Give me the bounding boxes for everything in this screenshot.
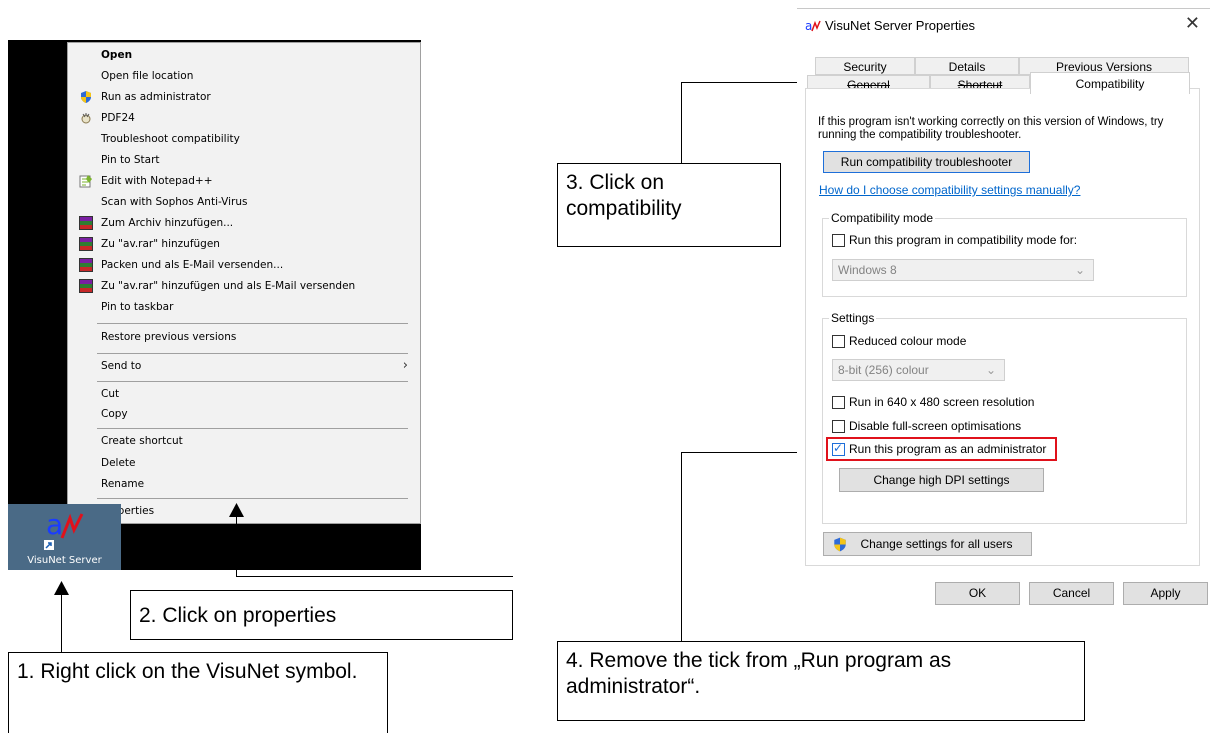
change-all-users-label: Change settings for all users (860, 537, 1013, 551)
menu-item-copy[interactable]: Copy (68, 404, 420, 424)
ok-button[interactable]: OK (935, 582, 1020, 605)
svg-text:a: a (805, 19, 812, 33)
chevron-right-icon: › (402, 358, 408, 373)
windows-version-value: Windows 8 (838, 263, 897, 277)
run-as-admin-label: Run this program as an administrator (849, 442, 1047, 456)
svg-text:a: a (46, 508, 63, 541)
arrow-up-icon (229, 503, 244, 517)
winrar-icon (79, 237, 93, 251)
visunet-app-icon: a (805, 19, 821, 33)
disable-fullscreen-label: Disable full-screen optimisations (849, 419, 1022, 433)
menu-item-restore-previous-versions[interactable]: Restore previous versions (68, 327, 420, 347)
reduced-colour-label: Reduced colour mode (849, 334, 967, 348)
tab-compatibility[interactable]: Compatibility (1030, 72, 1190, 94)
winrar-icon (79, 279, 93, 293)
menu-separator (97, 323, 408, 324)
settings-title: Settings (829, 311, 877, 325)
shield-icon (834, 537, 846, 552)
winrar-icon (79, 216, 93, 230)
apply-button[interactable]: Apply (1123, 582, 1208, 605)
winrar-icon (79, 258, 93, 272)
notepad-icon (79, 174, 93, 188)
visunet-logo-icon: a (46, 508, 84, 541)
connector-line (236, 515, 237, 577)
menu-item-pin-to-start[interactable]: Pin to Start (68, 150, 420, 170)
menu-item-rename[interactable]: Rename (68, 474, 420, 494)
chevron-down-icon: ⌄ (985, 363, 996, 377)
menu-item-open[interactable]: Open (68, 45, 420, 65)
shortcut-arrow-icon (44, 540, 54, 550)
colour-depth-select[interactable]: 8-bit (256) colour ⌄ (832, 359, 1005, 381)
run-as-admin-checkbox[interactable] (832, 441, 845, 456)
menu-item-cut[interactable]: Cut (68, 384, 420, 404)
menu-item-troubleshoot-compatibility[interactable]: Troubleshoot compatibility (68, 129, 420, 149)
desktop-icon-visunet[interactable]: a VisuNet Server (8, 504, 121, 570)
settings-group: Settings Reduced colour mode 8-bit (256)… (822, 311, 1187, 524)
menu-item-send-to[interactable]: Send to › (68, 356, 420, 376)
menu-item-zu-av-rar-email[interactable]: Zu "av.rar" hinzufügen und als E-Mail ve… (68, 276, 420, 296)
menu-separator (97, 353, 408, 354)
menu-item-pin-to-taskbar[interactable]: Pin to taskbar (68, 297, 420, 317)
properties-dialog: a VisuNet Server Properties ✕ Security D… (797, 8, 1210, 613)
menu-item-run-as-administrator[interactable]: Run as administrator (68, 87, 420, 107)
chevron-down-icon: ⌄ (1074, 263, 1085, 277)
disable-fullscreen-checkbox[interactable] (832, 420, 845, 433)
callout-step-3: 3. Click on compatibility (557, 163, 781, 247)
menu-item-open-file-location[interactable]: Open file location (68, 66, 420, 86)
menu-separator (97, 428, 408, 429)
arrow-up-icon (54, 581, 69, 595)
menu-separator (97, 381, 408, 382)
connector-line (681, 82, 682, 163)
menu-item-pdf24[interactable]: PDF24 (68, 108, 420, 128)
tab-details[interactable]: Details (915, 57, 1019, 75)
connector-line (61, 592, 62, 652)
context-menu: Open Open file location Run as administr… (67, 42, 421, 524)
menu-separator (97, 498, 408, 499)
callout-step-2: 2. Click on properties (130, 590, 513, 640)
menu-item-edit-with-notepad[interactable]: Edit with Notepad++ (68, 171, 420, 191)
manual-settings-link[interactable]: How do I choose compatibility settings m… (819, 183, 1080, 197)
close-icon[interactable]: ✕ (1185, 13, 1200, 34)
colour-depth-value: 8-bit (256) colour (838, 363, 929, 377)
connector-line (236, 576, 513, 577)
intro-text: If this program isn't working correctly … (818, 116, 1164, 141)
shield-icon (79, 90, 93, 104)
connector-line (681, 452, 682, 641)
change-dpi-button[interactable]: Change high DPI settings (839, 468, 1044, 492)
menu-item-scan-sophos[interactable]: Scan with Sophos Anti-Virus (68, 192, 420, 212)
menu-item-zum-archiv[interactable]: Zum Archiv hinzufügen... (68, 213, 420, 233)
run-troubleshooter-button[interactable]: Run compatibility troubleshooter (823, 151, 1030, 173)
menu-item-delete[interactable]: Delete (68, 453, 420, 473)
tab-security[interactable]: Security (815, 57, 915, 75)
connector-line (681, 452, 811, 453)
res640-label: Run in 640 x 480 screen resolution (849, 395, 1035, 409)
change-all-users-button[interactable]: Change settings for all users (823, 532, 1032, 556)
compatibility-mode-title: Compatibility mode (829, 211, 936, 225)
cancel-button[interactable]: Cancel (1029, 582, 1114, 605)
callout-step-4: 4. Remove the tick from „Run program as … (557, 641, 1085, 721)
reduced-colour-checkbox[interactable] (832, 335, 845, 348)
windows-version-select[interactable]: Windows 8 ⌄ (832, 259, 1094, 281)
compat-mode-label: Run this program in compatibility mode f… (849, 233, 1078, 247)
dialog-title: VisuNet Server Properties (825, 18, 976, 33)
compatibility-panel: If this program isn't working correctly … (805, 88, 1200, 566)
compat-mode-checkbox[interactable] (832, 234, 845, 247)
pdf24-icon (79, 111, 93, 125)
menu-item-zu-av-rar[interactable]: Zu "av.rar" hinzufügen (68, 234, 420, 254)
menu-item-packen-email[interactable]: Packen und als E-Mail versenden... (68, 255, 420, 275)
menu-item-create-shortcut[interactable]: Create shortcut (68, 431, 420, 451)
compatibility-mode-group: Compatibility mode Run this program in c… (822, 211, 1187, 297)
res640-checkbox[interactable] (832, 396, 845, 409)
callout-step-1: 1. Right click on the VisuNet symbol. (8, 652, 388, 733)
